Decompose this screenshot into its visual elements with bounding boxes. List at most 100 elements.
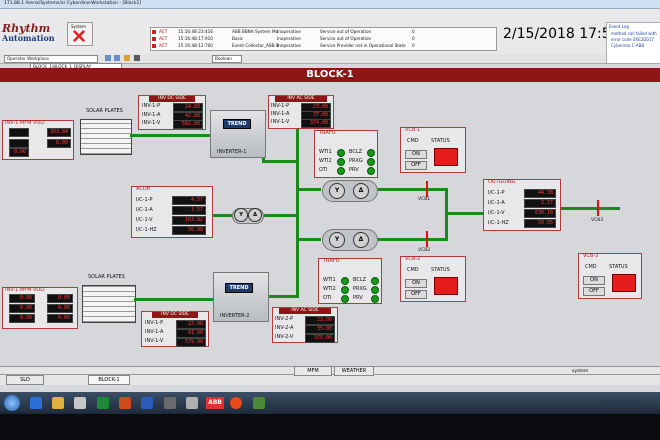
inv-ac-value: 35.00 bbox=[305, 325, 335, 334]
trafo-status-led bbox=[337, 167, 345, 175]
powerpoint-icon[interactable] bbox=[119, 397, 131, 409]
tab-sld[interactable]: SLD bbox=[6, 375, 44, 385]
vcb2-panel: VCB-2 CMD STATUS ON OFF bbox=[400, 256, 466, 302]
folder-icon[interactable] bbox=[52, 397, 64, 409]
system-tray[interactable] bbox=[600, 400, 640, 406]
vcb3-panel: VCB-3 CMD STATUS ON OFF bbox=[578, 253, 642, 299]
transformer2[interactable]: Y Δ bbox=[322, 229, 378, 251]
note-line: method call failed with bbox=[611, 31, 657, 36]
trafo2-panel: TRAFO WTI1 BCLZ WTI2 PRXG OTI PRV bbox=[318, 258, 382, 304]
bus-line bbox=[262, 160, 298, 163]
filter-select[interactable]: Boolean bbox=[212, 55, 242, 63]
trafo-status-led bbox=[341, 295, 349, 303]
inv-dc-value: 24.80 bbox=[173, 103, 203, 112]
panel-title: TRAFO bbox=[319, 130, 336, 136]
block-title-bar: BLOCK-1 bbox=[0, 68, 660, 82]
window-icon[interactable] bbox=[74, 397, 86, 409]
ie-icon[interactable] bbox=[30, 397, 42, 409]
chrome-icon[interactable] bbox=[230, 397, 242, 409]
system-error-icon bbox=[73, 30, 85, 42]
forward-icon[interactable] bbox=[114, 55, 120, 61]
vcb3-on-button[interactable]: ON bbox=[583, 276, 605, 285]
app-icon[interactable] bbox=[253, 397, 265, 409]
panel-title: VCB-3 bbox=[583, 253, 599, 259]
vcb3-breaker-symbol[interactable] bbox=[597, 200, 599, 216]
alarm-list[interactable]: ACT 15:16:48:23:416 ABB BBNA System Mo I… bbox=[150, 27, 497, 51]
delta-winding-icon: Δ bbox=[353, 232, 369, 248]
inv-dc-value: 579.00 bbox=[176, 338, 206, 347]
bus-line bbox=[296, 188, 321, 191]
tab-block1[interactable]: BLOCK-1 bbox=[88, 375, 130, 385]
inv1-dc-panel: INV DC SIDE INV-1-P 24.80 INV-1-A 42.80 … bbox=[138, 95, 206, 130]
vcb2-off-button[interactable]: OFF bbox=[405, 290, 427, 299]
inv2-mfm-panel: INV-1 MFM VOLT 0.00 0.00 0.00 0.00 0.00 … bbox=[2, 287, 78, 329]
note-line: error code 0XE2D017 bbox=[611, 37, 654, 42]
note-title: Event Log bbox=[609, 24, 629, 29]
app-icon[interactable] bbox=[186, 397, 198, 409]
logo-text-bottom: Automation bbox=[2, 33, 55, 43]
vcb1-off-button[interactable]: OFF bbox=[405, 161, 427, 170]
vcb2-on-button[interactable]: ON bbox=[405, 279, 427, 288]
system-status-box[interactable]: System bbox=[67, 22, 93, 46]
value-label: I/C-1-A bbox=[136, 207, 153, 213]
word-icon[interactable] bbox=[141, 397, 153, 409]
datetime-display: 2/15/2018 17:53 bbox=[503, 26, 620, 42]
value-label: I/C-1-HZ bbox=[136, 227, 157, 233]
inv-ac-value: 23.00 bbox=[305, 316, 335, 325]
block-title: BLOCK-1 bbox=[306, 69, 354, 80]
panel-title: INV-1 MFM VOLT bbox=[5, 287, 46, 293]
excel-icon[interactable] bbox=[97, 397, 109, 409]
value-label: INV-1-P bbox=[271, 103, 290, 109]
start-button-icon[interactable] bbox=[4, 395, 20, 411]
inv-ac-value: 375.00 bbox=[305, 334, 335, 343]
tab-weather[interactable]: WEATHER bbox=[334, 366, 374, 376]
inverter1-label: INVERTER-1 bbox=[217, 149, 247, 155]
outgoing-value: 50.05 bbox=[524, 219, 556, 228]
status-system-text: system bbox=[572, 369, 589, 374]
transformer1[interactable]: Y Δ bbox=[322, 180, 378, 202]
solar-plates-label: SOLAR PLATES bbox=[86, 108, 123, 114]
vcb1-breaker-symbol[interactable] bbox=[426, 181, 428, 197]
back-icon[interactable] bbox=[105, 55, 111, 61]
bus-line bbox=[296, 238, 321, 241]
alarm-kind: ACT bbox=[159, 36, 168, 41]
alarm-message: Service out of Operation bbox=[320, 36, 372, 41]
acdb-value: 4.57 bbox=[172, 196, 206, 205]
trafo-status-led bbox=[371, 295, 379, 303]
vcb3-off-button[interactable]: OFF bbox=[583, 287, 605, 296]
bus-line bbox=[377, 188, 447, 191]
app-icon[interactable] bbox=[164, 397, 176, 409]
inverter1-trend-button[interactable]: TREND bbox=[223, 119, 251, 129]
mfm-value: 0.00 bbox=[9, 314, 35, 323]
print-icon[interactable] bbox=[134, 55, 140, 61]
inverter1-unit[interactable]: TREND INVERTER-1 bbox=[210, 110, 266, 158]
value-label: INV-1-V bbox=[271, 119, 290, 125]
value-label: INV-1-A bbox=[145, 329, 164, 335]
solar-plates-label: SOLAR PLATES bbox=[88, 274, 125, 280]
vcb2-breaker-symbol[interactable] bbox=[426, 231, 428, 247]
solar-panel-icon bbox=[80, 119, 132, 155]
status-label: STATUS bbox=[609, 264, 628, 270]
inverter2-unit[interactable]: TREND INVERTER-2 bbox=[213, 272, 269, 322]
inv-dc-value: 23.00 bbox=[176, 320, 206, 329]
panel-header: INV AC SIDE bbox=[275, 96, 327, 102]
tab-mfm[interactable]: MFM bbox=[294, 366, 332, 376]
trafo-indicator-label: OTI bbox=[323, 295, 332, 301]
acdb-transformer[interactable]: Y Δ bbox=[232, 208, 264, 224]
alarm-kind: ACT bbox=[159, 29, 168, 34]
vcb1-on-button[interactable]: ON bbox=[405, 150, 427, 159]
outgoing-value: 44.38 bbox=[524, 189, 556, 198]
panel-title: VCB-2 bbox=[405, 256, 421, 262]
alarm-flag-icon bbox=[152, 30, 156, 34]
trafo1-panel: TRAFO WTI1 BCLZ WTI2 PRXG OTI PRV bbox=[314, 130, 378, 178]
workplace-select[interactable]: Operator Workplace bbox=[4, 55, 98, 63]
mfm-value bbox=[9, 139, 29, 148]
abb-taskbar-icon[interactable]: ABB bbox=[206, 397, 224, 409]
value-label: INV-2-V bbox=[275, 334, 294, 340]
vcb3-bus-label: VCB3 bbox=[591, 218, 604, 223]
folder-icon[interactable] bbox=[124, 55, 130, 61]
inv-ac-value: 374.00 bbox=[301, 119, 331, 128]
inverter2-trend-button[interactable]: TREND bbox=[225, 283, 253, 293]
rhythm-logo: Rhythm Automation bbox=[2, 22, 55, 43]
event-log-note[interactable]: Event Log method call failed with error … bbox=[606, 22, 660, 64]
